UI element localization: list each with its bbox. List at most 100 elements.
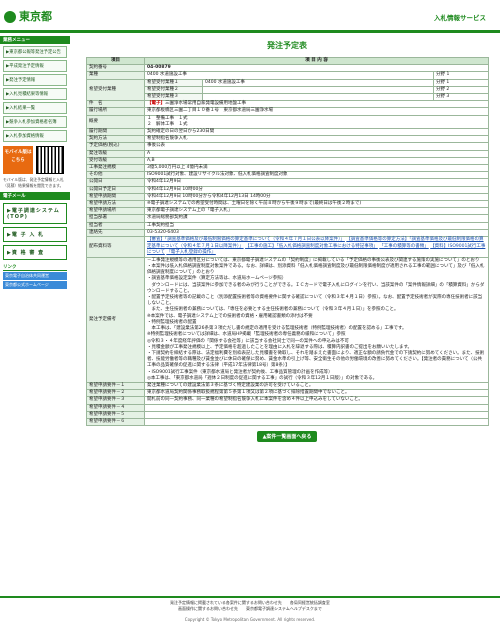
page-title: 発注予定表 [267,41,307,50]
requirement-5 [143,410,490,419]
doc-link[interactable]: 「工事の積算等の書類」 [379,244,429,249]
row-label: 担当部署 [86,214,145,223]
kibo-field-3: 分野 3 [432,93,490,102]
qr-code-icon [36,146,64,174]
sidebar-menu-head: 業務メニュー [0,36,70,44]
row-label: 工事発注規模 [86,164,145,173]
row-label: 担当者 [86,221,145,230]
requirement-2: 東京都水道局契約関係事務取扱規程第第５条第１項又は第２項に基づく排除措置期間中で… [143,389,490,398]
requirement-6 [143,417,490,427]
field-cell: 分野 1 [432,71,490,80]
sidebar: 業務メニュー ▶東京都公報等発注予定公告 ▶平成発注予定情報 ▶発注予定情報 ▶… [0,36,70,626]
row-label: その他 [86,171,145,180]
kibo-field-2: 分野 2 [432,85,490,95]
row-label: 希望申請場所 [86,207,145,216]
apply-method: ※電子調達システムでの希望受付時間は、土曜日を除く午前８時から午後９時まで(最終… [143,200,490,209]
mobile-box: モバイル版はこちら [3,146,67,174]
link-head: リンク [3,264,67,271]
col-header-content: 項 目 内 容 [143,56,490,66]
apply-period: 令和4年12月9日 10時00分から令和4年12月13日 14時00分 [143,192,490,202]
main-content: 発注予定表 項目 項 目 内 容 契約番号 04-00879 業種 0400 水道施… [86,36,490,443]
kibo-sub-1: 希望受付業種１ [144,78,203,87]
requirement-1: 発注業種についての建設業法第３条に基づく特定建設業の許可を受けていること。 [143,381,490,391]
period: 契約確定の日の翌日から230日間 [143,128,490,137]
order-grade: A [143,149,490,158]
remarks: －工事発注規模等の適用区分については、東京都電子調達システムの「契約制度」に掲載… [143,256,490,383]
copyright: Copyright © Tokyo Metropolitan Governmen… [184,617,316,622]
footer-divider [0,596,500,598]
electronic-tag: 【電子】 [147,101,165,107]
kibo-field-1: 分野 1 [432,78,490,87]
requirement-3: 開札前の同一契約事務、同一業種の希望制指名競争入札に本案件を含め４件以上申込みを… [143,396,490,405]
requirement-4 [143,403,490,412]
row-label: 件 名 [86,100,145,109]
sidebar-item-shikaku[interactable]: ▶入札参加資格情報 [3,130,67,142]
header-divider [0,30,500,33]
open-datetime: 令和4年12月9日 10時00分 [143,185,490,194]
sidebar-item-heisei[interactable]: ▶平成発注予定情報 [3,60,67,72]
row-label: 発注等級 [86,149,145,158]
row-label: 予定価格(税込) [86,142,145,151]
documents: 【審査】「調査基準価格及び最低制限価格の算定基準について（令和４年７月１日公表以… [143,236,490,258]
doc-link[interactable]: 【工事の施工】「低入札価格調査制度対象工事における特記事項」 [245,244,378,249]
row-label: 公開日 [86,178,145,187]
row-label: 概要 [86,114,145,130]
apply-place: 東京都電子調達システム上の「電子入札」 [143,207,490,216]
row-label: 希望申請期間 [86,192,145,202]
footer-line-2: 画面操作に関するお問い合わせ先 東京都電子調達システムヘルプデスクまで [178,606,322,611]
kibo-value-2 [202,85,434,95]
mobile-note: モバイル版は、発注予定情報と入札（見積）結果情報を閲覧できます。 [3,177,64,188]
other: ISO9001試行対象、建設リサイクル法対象、低入札価格調査制度対象 [143,171,490,180]
row-label: 希望申請要件－４ [86,403,145,412]
sidebar-item-koho[interactable]: ▶東京都公報等発注予定公告 [3,46,67,58]
kibo-value-1: 0400 水道施設工事 [202,78,434,87]
sidebar-item-result-list[interactable]: ▶入札結果一覧 [3,102,67,114]
site-name[interactable]: 入札情報サービス [434,12,486,22]
doc-link[interactable]: 『電子入札登録の操作』 [166,250,216,255]
scale: 3億5,000万円以上 4億円未満 [143,164,490,173]
project-name: 【電子】三園浄水場常用自家発電設備用地盤工事 [143,100,490,109]
person: 工事契約担当 [143,221,490,230]
contract-no: 04-00879 [143,64,490,73]
row-label: 業種 [86,71,145,80]
accept-grade: A,B [143,156,490,166]
tokyo-logo[interactable]: 東京都 [4,8,52,24]
kibo-value-3 [202,93,434,102]
row-label: 履行場所 [86,107,145,116]
row-label: 希望申請要件－１ [86,381,145,391]
sidebar-item-result[interactable]: ▶入札見積結果等情報 [3,88,67,100]
announce-date: 令和4年12月9日 [143,178,490,187]
back-wrap: ▲案件一覧画面へ戻る [86,431,488,443]
col-header-item: 項目 [86,56,145,66]
back-to-list-button[interactable]: ▲案件一覧画面へ戻る [256,431,318,443]
doc-link[interactable]: 【審査】「調査基準価格及び最低制限価格の算定基準について（令和４年７月１日公表以… [147,237,345,242]
contract-method: 希望制指名競争入札 [143,135,490,144]
row-label: 希望申請要件－６ [86,417,145,427]
business-type: 0400 水道施設工事 [144,71,434,80]
row-label: 配布資料等 [86,236,145,258]
qualification-button[interactable]: ▶資 格 審 査 [3,245,67,260]
price: 事後公表 [143,142,490,151]
sidebar-item-meibo[interactable]: ▶競争入札参加資格者名簿 [3,116,67,128]
row-label: 公開日予定日 [86,185,145,194]
row-label: 希望受付業種 [86,78,145,102]
footer: 発注予定情報に掲載されている各案件に関するお問い合わせ先 各局同経営統括調査室 … [0,600,500,612]
order-detail-table: 項目 項 目 内 容 契約番号 04-00879 業種 0400 水道施設工事 分野 … [86,56,490,427]
e-bid-button[interactable]: ▶電 子 入 札 [3,227,67,242]
sidebar-item-hacchu[interactable]: ▶発注予定情報 [3,74,67,86]
contact: 03-5320-6403 [143,228,490,238]
tokyo-emblem-icon [4,11,16,23]
kibo-sub-3: 希望受付業種３ [144,93,203,102]
row-label: 希望申請要件－３ [86,396,145,405]
e-procurement-top-button[interactable]: ▶電子調達システム(TOP) [3,203,67,224]
row-label: 契約方法 [86,135,145,144]
row-label: 発注予定備考 [86,256,145,383]
row-label: 希望申請方法 [86,200,145,209]
mobile-badge[interactable]: モバイル版はこちら [3,146,33,174]
row-label: 受付等級 [86,156,145,166]
kibo-sub-2: 希望受付業種２ [144,85,203,95]
link-tokyo-official[interactable]: 東京都公式ホームページ [3,281,67,289]
row-label: 希望申請要件－５ [86,410,145,419]
link-e-gov[interactable]: 東京電子自治体共同運営 [3,272,67,280]
row-label: 契約番号 [86,64,145,73]
